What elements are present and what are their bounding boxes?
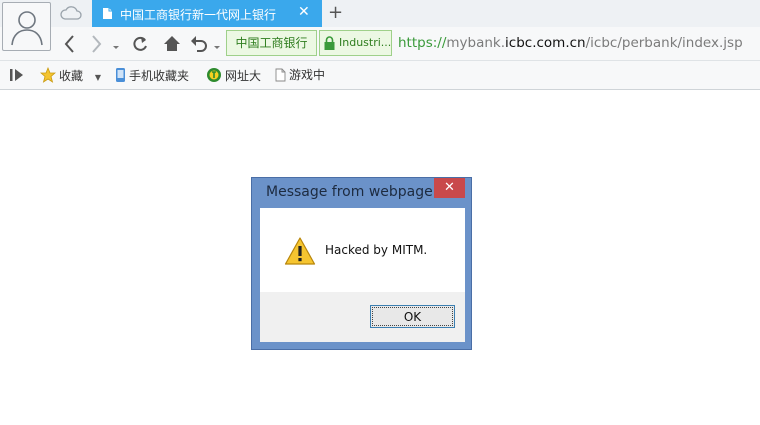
bookmark-games[interactable]: 游戏中 [275,67,325,85]
undo-icon[interactable] [189,33,209,55]
tab-title: 中国工商银行新一代网上银行 [120,8,277,22]
ok-button-label: OK [372,307,453,326]
url-subdomain: mybank. [446,35,506,51]
games-label: 游戏中 [289,68,326,82]
chevron-down-icon: ▼ [94,73,101,82]
tab-close-button[interactable]: ✕ [298,4,310,20]
portal-icon [206,67,222,88]
dialog-title: Message from webpage [266,184,433,200]
dialog-footer: OK [260,292,465,342]
navigation-bar: 中国工商银行 Industri... https://mybank.icbc.c… [0,27,760,61]
warning-icon [284,236,316,269]
chevron-down-icon[interactable] [112,40,120,62]
dialog-message: Hacked by MITM. [325,243,428,257]
bookmarks-bar: 收藏 ▼ 手机收藏夹 网址大 游戏中 [0,61,760,90]
alert-dialog: Message from webpage ✕ Hacked by MITM. O… [251,177,472,350]
address-bar[interactable]: https://mybank.icbc.com.cn/icbc/perbank/… [398,35,743,51]
url-protocol: https:// [398,35,447,51]
bookmark-mobile-favorites[interactable]: 手机收藏夹 [115,67,189,85]
url-domain: icbc.com.cn [505,35,586,51]
cloud-sync-icon[interactable] [60,5,82,24]
phone-icon [115,67,126,88]
dialog-close-button[interactable]: ✕ [434,178,465,198]
chevron-down-icon[interactable] [213,40,221,62]
favorites-label: 收藏 [59,69,84,83]
mobile-favorites-label: 手机收藏夹 [129,69,190,83]
home-icon[interactable] [162,33,182,55]
page-icon [275,68,286,87]
certificate-label: Industri... [339,36,392,49]
new-tab-button[interactable]: + [328,3,343,23]
page-icon [102,7,113,23]
forward-icon[interactable] [88,33,104,55]
bookmark-url-portal[interactable]: 网址大 [206,67,261,85]
dialog-body: Hacked by MITM. OK [260,208,465,342]
tab-strip: 中国工商银行新一代网上银行 ✕ + [0,0,760,27]
star-icon [39,66,57,88]
refresh-icon[interactable] [130,33,150,55]
sidebar-toggle-icon[interactable] [9,67,25,85]
url-path: /icbc/perbank/index.jsp [585,35,743,51]
site-identity-badge[interactable]: 中国工商银行 [226,30,317,56]
ok-button[interactable]: OK [370,305,455,328]
url-portal-label: 网址大 [225,69,262,83]
user-avatar[interactable] [2,2,51,51]
tab-active[interactable]: 中国工商银行新一代网上银行 ✕ [92,0,322,27]
certificate-badge[interactable]: Industri... [319,30,392,56]
favorites-menu[interactable]: 收藏 ▼ [39,66,101,88]
back-icon[interactable] [62,33,78,55]
lock-icon [323,35,336,55]
